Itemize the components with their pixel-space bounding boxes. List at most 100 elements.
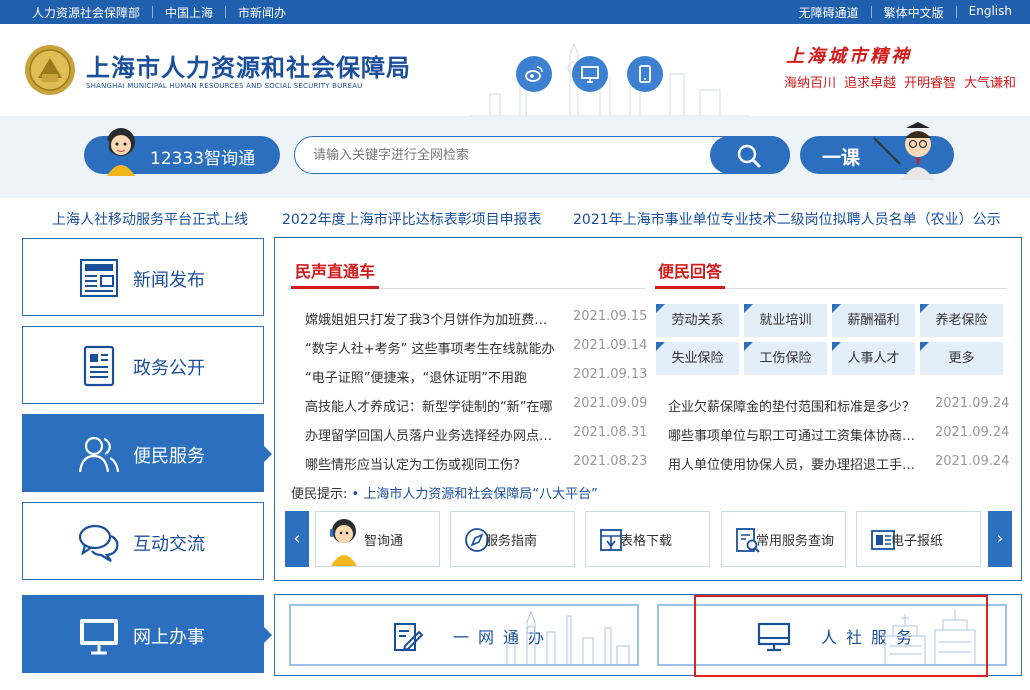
link-accessibility[interactable]: 无障碍通道 (799, 4, 859, 21)
nav-online-affairs[interactable]: 网上办事 (22, 595, 272, 673)
nav-label: 互动交流 (133, 534, 205, 555)
search-icon (737, 144, 761, 168)
qa-title: 企业欠薪保障金的垫付范围和标准是多少？ (668, 400, 916, 415)
edit-document-icon (394, 623, 424, 652)
list-item[interactable]: 用人单位使用协保人员，要办理招退工手续吗？ 2021.09.24 (668, 454, 1010, 473)
link-english[interactable]: English (969, 4, 1012, 21)
spirit-word: 海纳百川 (784, 76, 837, 91)
hotline-label: 12333智询通 (150, 149, 256, 169)
list-item[interactable]: 办理留学回国人员落户业务选择经办网点有何要求 2021.08.31 (305, 425, 648, 444)
one-network-service-button[interactable]: 一网通办 (289, 604, 639, 666)
list-item[interactable]: 高技能人才养成记：新型学徒制的“新”在哪 2021.09.09 (305, 396, 648, 415)
carousel-prev-button[interactable]: ‹ (285, 511, 309, 567)
nav-label: 政务公开 (133, 358, 205, 379)
marquee-link[interactable]: 2022年度上海市评比达标表彰项目申报表 (282, 209, 542, 229)
news-date: 2021.08.23 (573, 454, 648, 469)
link-news-office[interactable]: 市新闻办 (238, 4, 286, 21)
link-traditional-chinese[interactable]: 繁体中文版 (884, 4, 944, 21)
site-title[interactable]: 上海市人力资源和社会保障局 (86, 48, 411, 83)
list-item[interactable]: “数字人社+考务” 这些事项考生在线就能办 2021.09.14 (305, 338, 647, 357)
nav-public-service[interactable]: 便民服务 (22, 414, 272, 492)
divider (225, 6, 227, 18)
weibo-icon[interactable] (516, 56, 552, 92)
teacher-avatar-icon (873, 122, 934, 180)
city-spirit-title: 上海城市精神 (786, 46, 912, 67)
main-panel: 民声直通车 便民回答 嫦娥姐姐只打发了我3个月饼作为加班费，这合法吗？ 2021.… (274, 237, 1022, 581)
skyline-decoration (470, 42, 750, 116)
highlight-frame (694, 595, 988, 677)
phone-icon[interactable] (627, 56, 663, 92)
course-label: 一课 (822, 147, 861, 169)
service-label: 智询通 (364, 534, 404, 549)
tip-link[interactable]: • 上海市人力资源和社会保障局“八大平台” (352, 487, 598, 502)
link-china-shanghai[interactable]: 中国上海 (165, 4, 213, 21)
marquee-link[interactable]: 上海人社移动服务平台正式上线 (52, 209, 248, 229)
qa-title: 哪些事项单位与职工可通过工资集体协商确定？ (668, 429, 918, 444)
link-mohrss[interactable]: 人力资源社会保障部 (32, 4, 140, 21)
list-item[interactable]: “电子证照”便捷来，“退休证明”不用跑 2021.09.13 (305, 367, 647, 386)
qa-tag-personnel[interactable]: 人事人才 (832, 342, 915, 375)
spirit-word: 追求卓越 (844, 76, 897, 91)
nav-interaction[interactable]: 互动交流 (22, 502, 264, 580)
nav-label: 新闻发布 (133, 270, 205, 291)
qa-tag-salary[interactable]: 薪酬福利 (832, 304, 915, 337)
assistant-girl-icon (105, 128, 135, 176)
news-date: 2021.08.31 (573, 425, 648, 440)
skyline-decoration (506, 610, 630, 664)
nav-label: 网上办事 (133, 627, 205, 648)
news-marquee: 上海人社移动服务平台正式上线 2022年度上海市评比达标表彰项目申报表 2021… (0, 206, 1030, 228)
assistant-girl-icon (330, 519, 357, 566)
list-item[interactable]: 哪些事项单位与职工可通过工资集体协商确定？ 2021.09.24 (668, 425, 1009, 444)
monitor-icon[interactable] (572, 56, 608, 92)
news-date: 2021.09.09 (573, 396, 648, 411)
service-label: 表格下载 (620, 534, 673, 549)
bureau-logo-icon[interactable] (24, 44, 76, 96)
top-links-right: 无障碍通道 繁体中文版 English (799, 4, 1012, 21)
top-links-left: 人力资源社会保障部 中国上海 市新闻办 (32, 4, 286, 21)
list-item[interactable]: 企业欠薪保障金的垫付范围和标准是多少？ 2021.09.24 (668, 396, 1009, 415)
service-common-query[interactable]: 常用服务查询 (721, 511, 846, 567)
document-icon (83, 345, 115, 387)
section-underline (655, 286, 725, 289)
list-item[interactable]: 哪些情形应当认定为工伤或视同工伤? 2021.08.23 (305, 454, 648, 473)
top-bar: 人力资源社会保障部 中国上海 市新闻办 无障碍通道 繁体中文版 English (0, 0, 1030, 24)
section-title-voice[interactable]: 民声直通车 (295, 258, 375, 282)
spirit-word: 开明睿智 (904, 76, 957, 91)
search-box (294, 136, 790, 174)
site-header: 上海市人力资源和社会保障局 SHANGHAI MUNICIPAL HUMAN R… (0, 24, 1030, 116)
tip-label: 便民提示: (291, 487, 348, 502)
service-label: 服务指南 (485, 534, 538, 549)
search-button[interactable] (710, 136, 790, 174)
nav-government-affairs[interactable]: 政务公开 (22, 326, 264, 404)
service-guide[interactable]: 服务指南 (450, 511, 575, 567)
divider (870, 6, 872, 18)
search-input[interactable] (313, 145, 693, 165)
news-title: 高技能人才养成记：新型学徒制的“新”在哪 (305, 400, 553, 415)
service-form-download[interactable]: 表格下载 (585, 511, 710, 567)
marquee-link[interactable]: 2021年上海市事业单位专业技术二级岗位拟聘人员名单（农业）公示 (573, 209, 1001, 229)
qa-date: 2021.09.24 (935, 454, 1010, 469)
section-title-qa[interactable]: 便民回答 (658, 258, 722, 282)
news-title: 办理留学回国人员落户业务选择经办网点有何要求 (305, 429, 555, 444)
qa-tag-injury[interactable]: 工伤保险 (744, 342, 827, 375)
qa-tag-labor[interactable]: 劳动关系 (656, 304, 739, 337)
service-smart-consult[interactable]: 智询通 (315, 511, 440, 567)
qa-tag-more[interactable]: 更多 (920, 342, 1003, 375)
qa-tag-unemployment[interactable]: 失业保险 (656, 342, 739, 375)
search-band: 12333智询通 一课 (0, 116, 1030, 198)
service-tip: 便民提示: • 上海市人力资源和社会保障局“八大平台” (291, 483, 598, 502)
divider (955, 6, 957, 18)
site-subtitle: SHANGHAI MUNICIPAL HUMAN RESOURCES AND S… (86, 82, 363, 90)
newspaper-icon (80, 259, 118, 297)
city-spirit-words: 海纳百川 追求卓越 开明睿智 大气谦和 (784, 72, 1016, 91)
qa-tag-pension[interactable]: 养老保险 (920, 304, 1003, 337)
news-title: “数字人社+考务” 这些事项考生在线就能办 (305, 342, 555, 357)
list-item[interactable]: 嫦娥姐姐只打发了我3个月饼作为加班费，这合法吗？ 2021.09.15 (305, 309, 647, 328)
divider (152, 6, 154, 18)
carousel-next-button[interactable]: › (988, 511, 1012, 567)
service-e-newspaper[interactable]: 电子报纸 (856, 511, 981, 567)
nav-news-release[interactable]: 新闻发布 (22, 238, 264, 316)
monitor-icon (80, 619, 118, 655)
qa-tag-training[interactable]: 就业培训 (744, 304, 827, 337)
news-title: 哪些情形应当认定为工伤或视同工伤? (305, 458, 520, 473)
